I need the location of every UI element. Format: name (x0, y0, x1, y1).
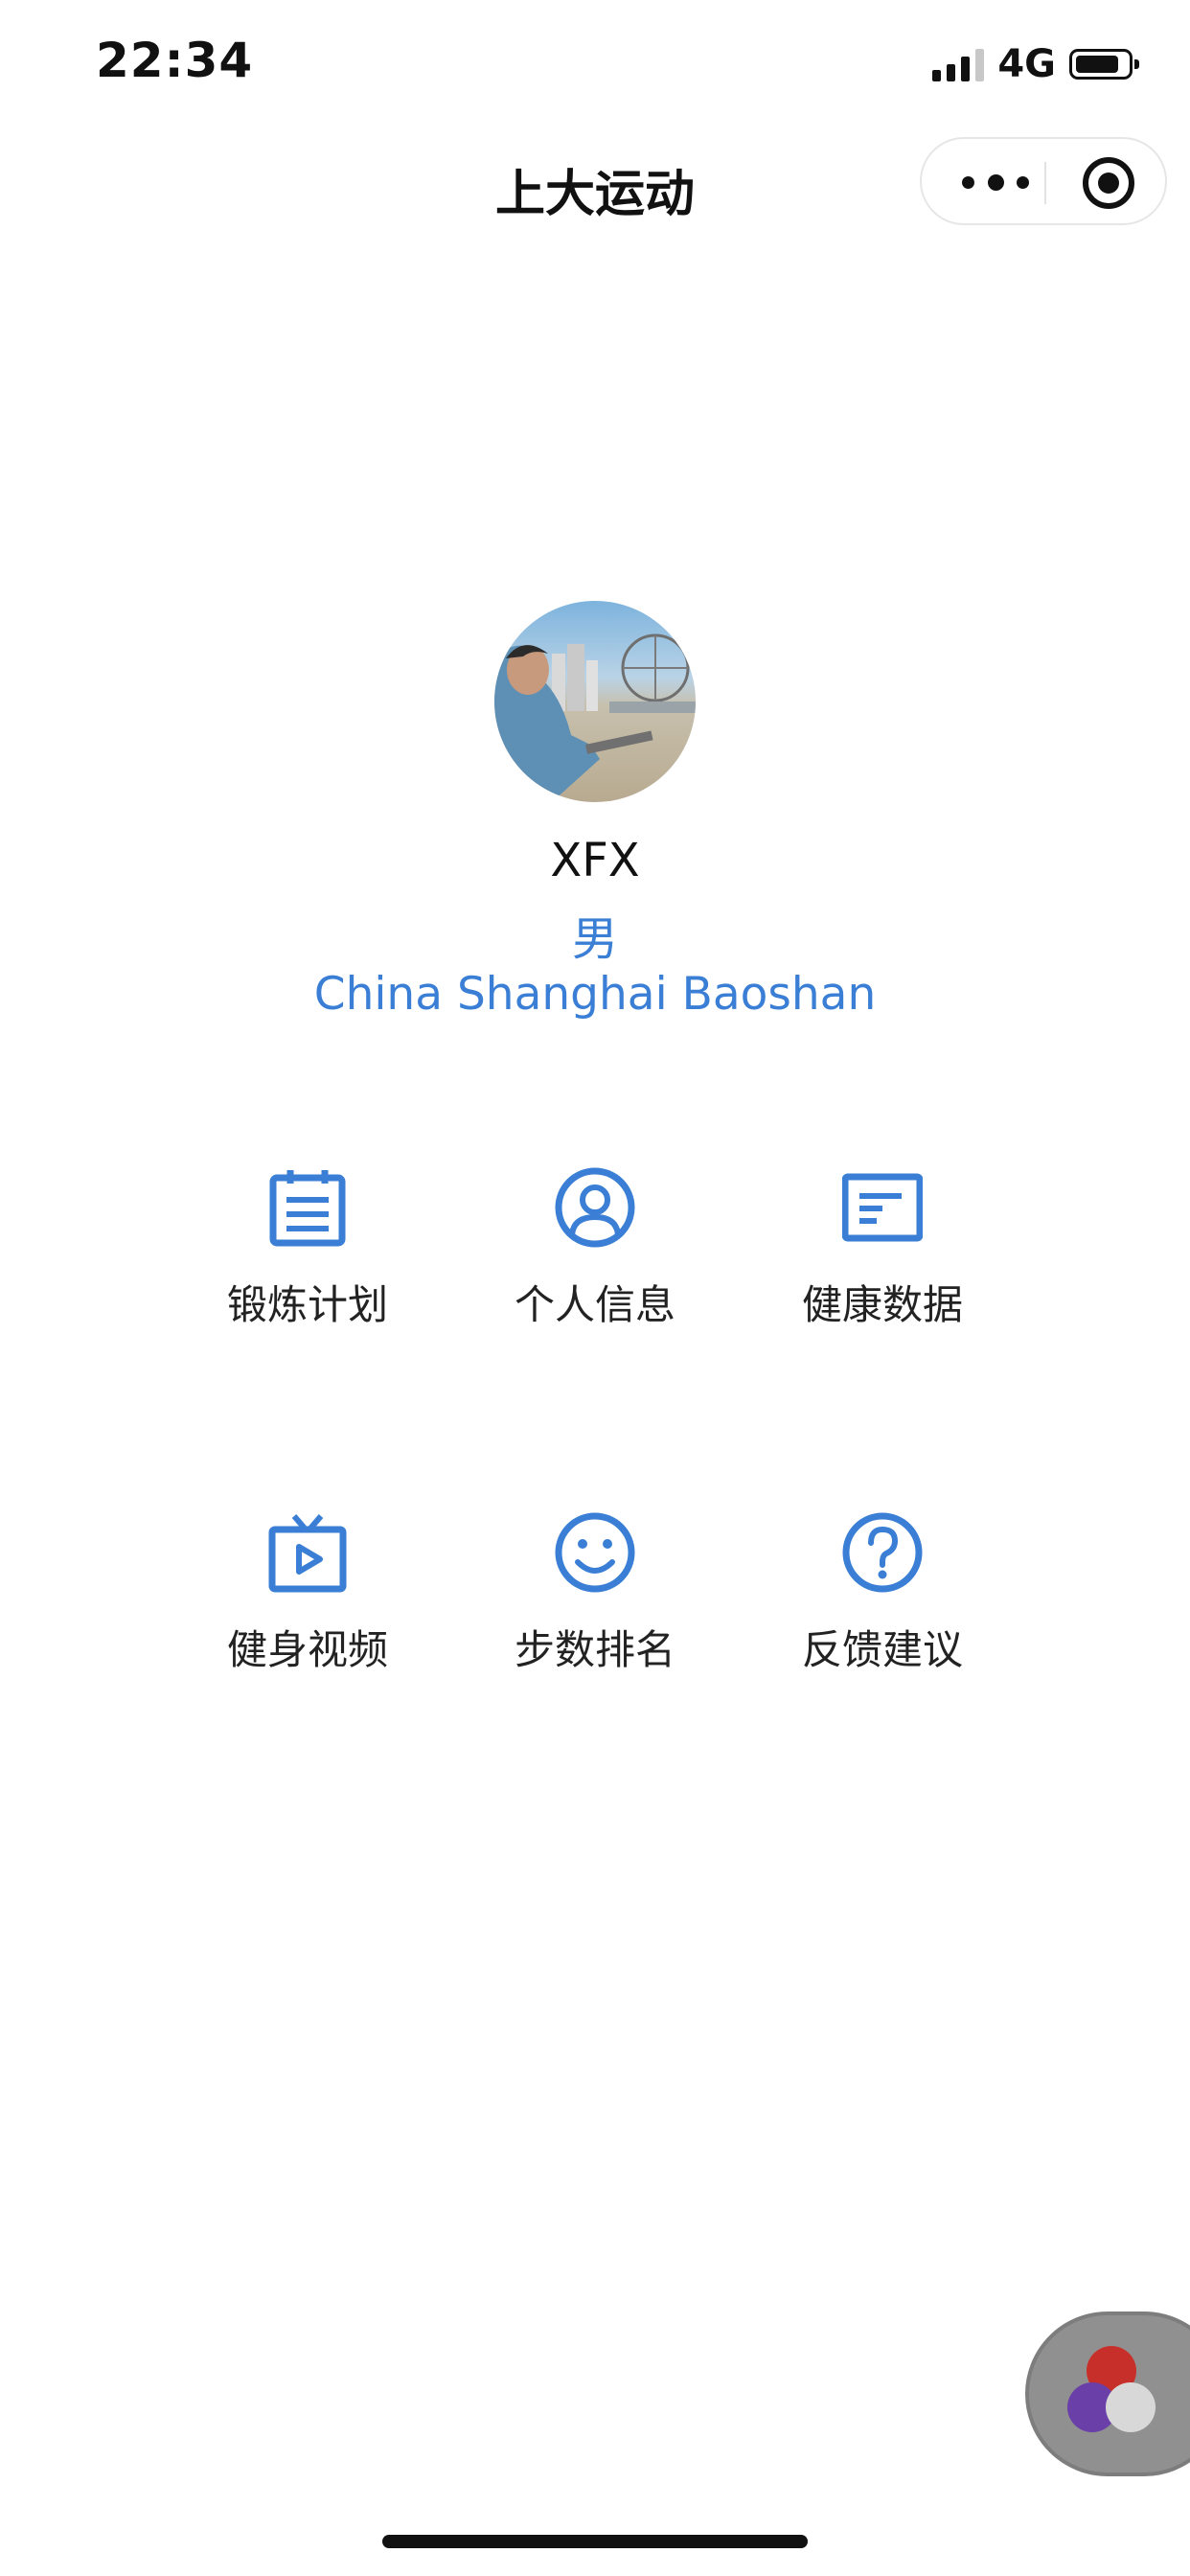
target-icon[interactable] (1083, 157, 1134, 209)
menu-label: 步数排名 (514, 1626, 675, 1673)
signal-icon (932, 47, 985, 81)
menu-item-step-ranking[interactable]: 步数排名 (451, 1512, 739, 1704)
miniprogram-capsule (920, 137, 1167, 225)
status-indicators: 4G (932, 42, 1139, 86)
user-name: XFX (550, 834, 640, 887)
more-dots-icon[interactable] (962, 168, 1029, 196)
smile-icon (555, 1512, 635, 1593)
status-bar: 22:34 4G (0, 0, 1190, 129)
menu-item-exercise-plan[interactable]: 锻炼计划 (164, 1167, 451, 1359)
calendar-icon (269, 1170, 346, 1247)
user-circle-icon (555, 1167, 635, 1248)
status-time: 22:34 (96, 33, 254, 88)
menu-item-feedback[interactable]: 反馈建议 (739, 1512, 1026, 1704)
battery-icon (1069, 49, 1139, 80)
link-icon (1106, 2382, 1156, 2432)
menu-label: 反馈建议 (801, 1626, 963, 1673)
user-location: China Shanghai Baoshan (313, 968, 877, 1021)
menu-item-personal-info[interactable]: 个人信息 (451, 1167, 739, 1359)
tv-play-icon (268, 1514, 347, 1593)
avatar[interactable] (494, 601, 696, 802)
question-icon (842, 1512, 923, 1593)
menu-label: 个人信息 (514, 1281, 675, 1328)
data-card-icon (842, 1173, 923, 1242)
user-gender: 男 (571, 912, 618, 966)
nav-bar: 上大运动 (0, 129, 1190, 244)
menu-item-health-data[interactable]: 健康数据 (739, 1167, 1026, 1359)
avatar-photo (494, 633, 696, 802)
floating-shortcut-button[interactable] (1025, 2312, 1190, 2476)
menu-label: 健身视频 (226, 1626, 388, 1673)
network-label: 4G (997, 42, 1056, 86)
menu-label: 健康数据 (801, 1281, 963, 1328)
menu-label: 锻炼计划 (226, 1281, 388, 1328)
menu-item-fitness-video[interactable]: 健身视频 (164, 1512, 451, 1704)
capsule-divider (1044, 162, 1046, 204)
home-indicator[interactable] (382, 2535, 808, 2548)
